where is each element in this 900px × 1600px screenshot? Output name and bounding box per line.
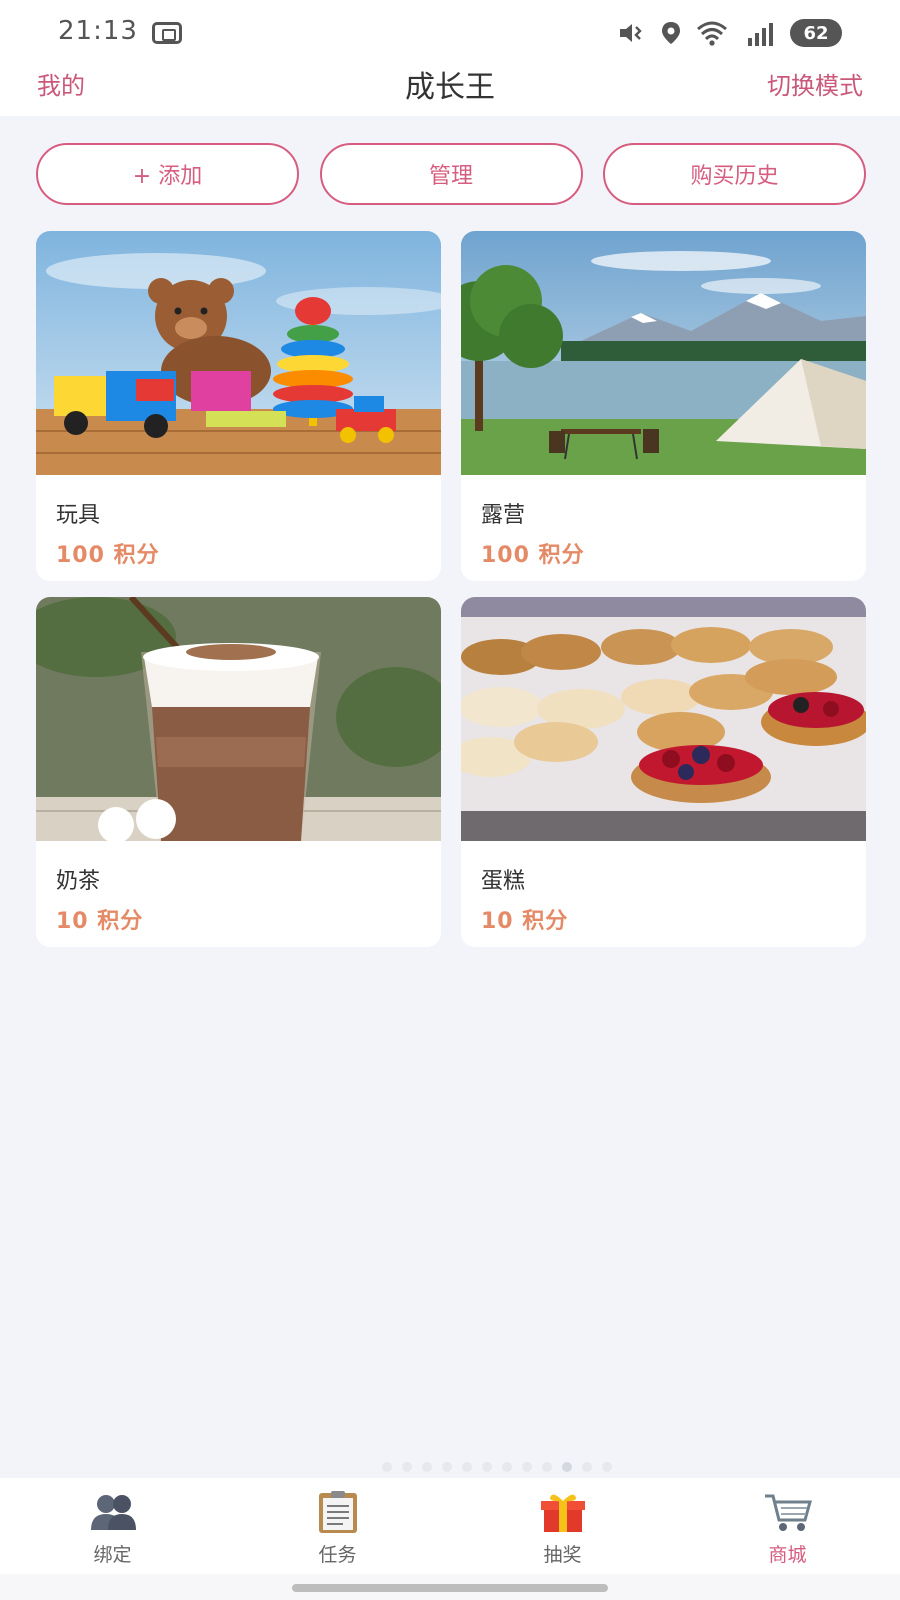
product-grid: 玩具 100 积分 露营 100 积分 奶茶 10 积分 蛋糕 10 积分: [36, 231, 866, 947]
cellular-signal-icon: [748, 23, 773, 46]
page-dot: [382, 1462, 392, 1472]
toys-image: [36, 231, 441, 475]
product-price: 100 积分: [56, 543, 160, 568]
product-card[interactable]: 露营 100 积分: [461, 231, 866, 581]
manage-button[interactable]: 管理: [319, 143, 583, 205]
users-icon: [90, 1495, 136, 1530]
status-icons: 62: [618, 18, 842, 48]
page-dot-active: [562, 1462, 572, 1472]
home-indicator[interactable]: [292, 1584, 608, 1592]
product-price: 10 积分: [56, 909, 144, 934]
add-button[interactable]: + 添加: [36, 143, 299, 205]
nav-label: 抽奖: [543, 1544, 582, 1566]
app-header: 我的 成长王 切换模式: [0, 62, 900, 116]
milk-tea-image: [36, 597, 441, 841]
purchase-history-button[interactable]: 购买历史: [603, 143, 866, 205]
nav-label: 任务: [318, 1544, 357, 1566]
product-card[interactable]: 奶茶 10 积分: [36, 597, 441, 947]
camping-image: [461, 231, 866, 475]
page-indicator: [382, 1462, 612, 1472]
wifi-icon: [697, 21, 727, 46]
nav-item-bind[interactable]: 绑定: [0, 1478, 225, 1574]
page-dot: [402, 1462, 412, 1472]
bottom-nav: 绑定 任务 抽奖 商城: [0, 1478, 900, 1574]
page-dot: [442, 1462, 452, 1472]
nav-item-mall[interactable]: 商城: [675, 1478, 900, 1574]
cake-image: [461, 597, 866, 841]
clipboard-icon: [318, 1491, 357, 1533]
switch-mode-link[interactable]: 切换模式: [767, 66, 863, 101]
nav-item-tasks[interactable]: 任务: [225, 1478, 450, 1574]
product-card[interactable]: 蛋糕 10 积分: [461, 597, 866, 947]
nav-label: 商城: [768, 1544, 807, 1566]
page-dot: [482, 1462, 492, 1472]
nav-item-lottery[interactable]: 抽奖: [450, 1478, 675, 1574]
page-dot: [502, 1462, 512, 1472]
nav-label: 绑定: [93, 1544, 132, 1566]
product-name: 奶茶: [56, 869, 101, 894]
mute-vibrate-icon: [620, 24, 642, 42]
product-price: 10 积分: [481, 909, 569, 934]
product-name: 蛋糕: [481, 869, 526, 894]
status-time: 21:13: [58, 16, 138, 46]
status-bar: 21:13 62: [0, 0, 900, 62]
product-name: 露营: [481, 503, 526, 528]
page-dot: [582, 1462, 592, 1472]
gift-icon: [540, 1494, 585, 1532]
product-name: 玩具: [56, 503, 101, 528]
page-title: 成长王: [405, 70, 495, 105]
product-card[interactable]: 玩具 100 积分: [36, 231, 441, 581]
product-price: 100 积分: [481, 543, 585, 568]
page-dot: [602, 1462, 612, 1472]
page-dot: [522, 1462, 532, 1472]
action-bar: + 添加 管理 购买历史: [36, 143, 866, 205]
page-dot: [462, 1462, 472, 1472]
screenshot-icon: [152, 22, 182, 44]
location-icon: [662, 22, 680, 44]
page-dot: [542, 1462, 552, 1472]
shopping-cart-icon: [764, 1494, 812, 1531]
page-dot: [422, 1462, 432, 1472]
battery-icon: 62: [790, 19, 842, 47]
